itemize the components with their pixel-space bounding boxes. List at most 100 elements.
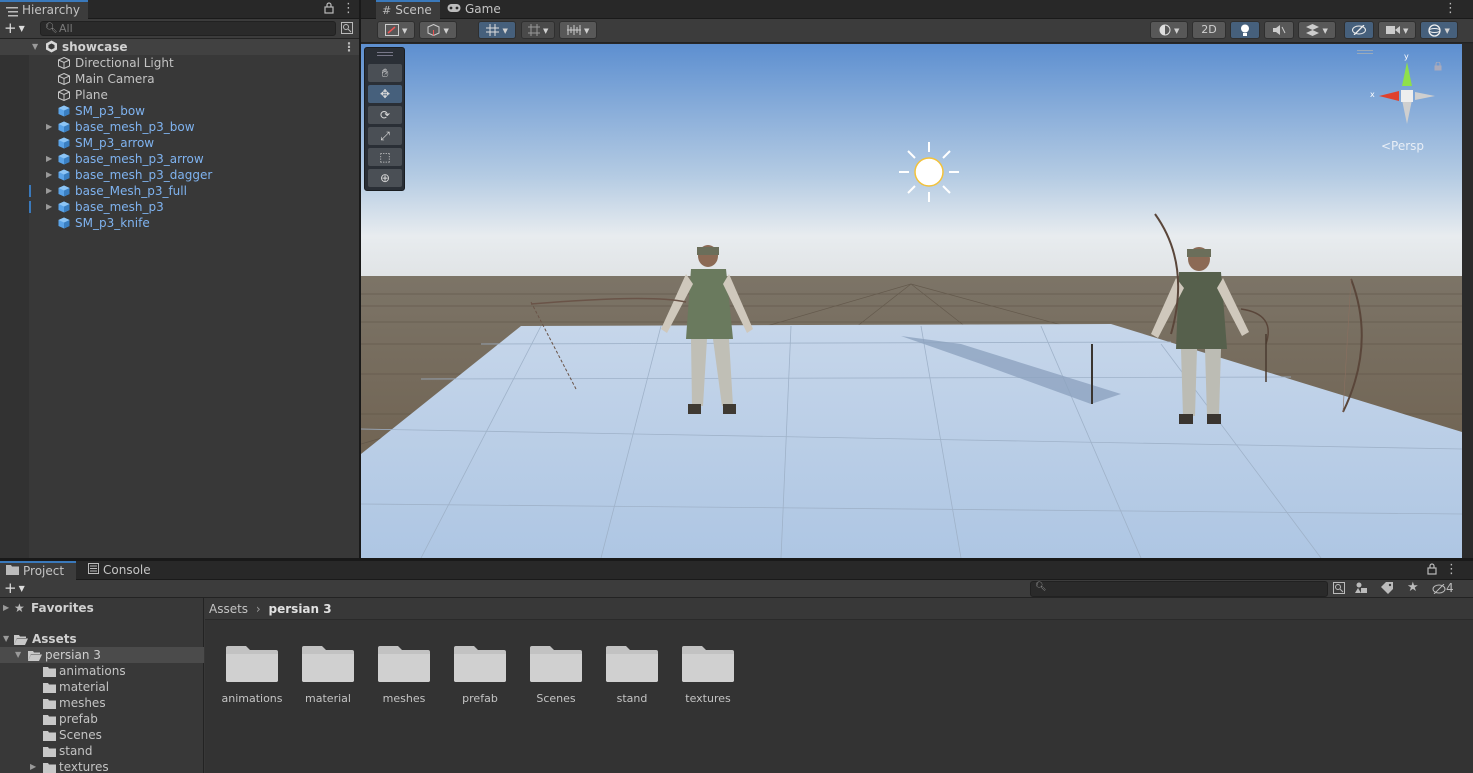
tab-hierarchy[interactable]: Hierarchy [0, 0, 88, 19]
transform-tool-button[interactable]: ⊕ [368, 169, 402, 187]
folder-row-selected[interactable]: ▼ persian 3 [0, 647, 204, 663]
breadcrumb-current[interactable]: persian 3 [269, 602, 332, 616]
tab-project[interactable]: Project [0, 561, 76, 580]
expand-arrow-icon[interactable]: ▶ [46, 183, 52, 199]
audio-toggle[interactable] [1264, 21, 1294, 39]
hierarchy-item[interactable]: SM_p3_knife [0, 215, 359, 231]
hierarchy-item[interactable]: ▶ base_mesh_p3_arrow [0, 151, 359, 167]
folder-item[interactable]: material [298, 640, 358, 705]
mode-2d-toggle[interactable]: 2D [1192, 21, 1226, 39]
tab-game[interactable]: Game [441, 0, 505, 19]
hierarchy-item[interactable]: Directional Light [0, 55, 359, 71]
render-mode-dropdown[interactable]: ▼ [419, 21, 457, 39]
kebab-menu-icon[interactable]: ⋮ [1445, 562, 1458, 578]
tab-console[interactable]: Console [82, 561, 162, 580]
tab-game-label: Game [465, 2, 501, 16]
scene-render[interactable] [361, 44, 1462, 558]
scene-panel: # Scene Game ⋮ ▼ ▼ ▼ ▼ ▼ ▼ 2D ▼ ▼ ▼ y x … [361, 0, 1473, 558]
hand-icon: ✋︎ [381, 66, 389, 80]
hierarchy-item[interactable]: Main Camera [0, 71, 359, 87]
scene-visibility-toggle[interactable] [1344, 21, 1374, 39]
folder-tree-item[interactable]: ▶ textures [0, 759, 204, 773]
expand-arrow-icon[interactable]: ▶ [46, 167, 52, 183]
rotate-tool-button[interactable]: ⟳ [368, 106, 402, 124]
hierarchy-item[interactable]: ▶ base_mesh_p3 [0, 199, 359, 215]
breadcrumb-assets[interactable]: Assets [209, 602, 248, 616]
lighting-toggle[interactable] [1230, 21, 1260, 39]
scene-viewport[interactable]: y x <Persp [361, 44, 1462, 558]
gameobject-cube-icon [58, 88, 70, 102]
folder-tree-item[interactable]: Scenes [0, 727, 204, 743]
folder-tree-label: textures [59, 760, 109, 773]
snap-increment-dropdown[interactable]: ▼ [521, 21, 555, 39]
hierarchy-search-input[interactable]: 🔍︎ All [40, 21, 336, 36]
hierarchy-item[interactable]: ▶ base_mesh_p3_dagger [0, 167, 359, 183]
hierarchy-item[interactable]: ▶ base_mesh_p3_bow [0, 119, 359, 135]
gizmos-dropdown[interactable]: ▼ [1420, 21, 1458, 39]
grid-snap-toggle[interactable]: ▼ [478, 21, 516, 39]
hierarchy-item-label: base_mesh_p3_bow [75, 120, 195, 134]
favorites-label: Favorites [31, 601, 94, 615]
folder-tree-label: animations [59, 664, 126, 678]
hand-tool-button[interactable]: ✋︎ [368, 64, 402, 82]
scale-tool-button[interactable]: ⤢ [368, 127, 402, 145]
scene-menu-icon[interactable]: ⋮ [343, 39, 355, 55]
draw-mode-dropdown[interactable]: ▼ [377, 21, 415, 39]
expand-arrow-icon[interactable]: ▼ [32, 39, 38, 55]
create-button[interactable]: + ▼ [4, 579, 25, 598]
persp-label[interactable]: <Persp [1381, 139, 1424, 153]
overlay-drag-handle[interactable] [377, 52, 393, 56]
folder-item[interactable]: Scenes [526, 640, 586, 705]
search-icon: 🔍︎ [45, 23, 58, 34]
folder-tree-item[interactable]: prefab [0, 711, 204, 727]
kebab-menu-icon[interactable]: ⋮ [342, 1, 355, 17]
folder-tree-item[interactable]: animations [0, 663, 204, 679]
hierarchy-item[interactable]: SM_p3_bow [0, 103, 359, 119]
chevron-down-icon: ▼ [402, 27, 408, 35]
move-tool-button[interactable]: ✥ [368, 85, 402, 103]
lock-icon[interactable] [324, 2, 334, 17]
project-search-input[interactable]: 🔍︎ [1030, 581, 1328, 597]
shading-dropdown[interactable]: ▼ [1150, 21, 1188, 39]
search-placeholder: All [59, 22, 73, 35]
expand-arrow-icon[interactable]: ▼ [15, 647, 21, 663]
expand-arrow-icon[interactable]: ▶ [46, 119, 52, 135]
prefab-cube-icon [58, 137, 70, 149]
folder-item[interactable]: stand [602, 640, 662, 705]
label-tag-icon[interactable] [1381, 582, 1393, 597]
expand-arrow-icon[interactable]: ▶ [3, 600, 9, 616]
lock-icon[interactable] [1427, 563, 1437, 578]
effects-dropdown[interactable]: ▼ [1298, 21, 1336, 39]
viewport-drag-handle[interactable] [1357, 50, 1373, 54]
expand-arrow-icon[interactable]: ▶ [30, 759, 36, 773]
tab-scene[interactable]: # Scene [376, 0, 440, 19]
expand-arrow-icon[interactable]: ▶ [46, 199, 52, 215]
expand-arrow-icon[interactable]: ▶ [46, 151, 52, 167]
search-options-icon[interactable] [341, 22, 353, 37]
orientation-gizmo[interactable]: y x [1369, 52, 1439, 128]
add-button[interactable]: + ▼ [4, 19, 25, 38]
folder-item[interactable]: animations [221, 640, 283, 705]
rect-tool-button[interactable]: ⬚ [368, 148, 402, 166]
hierarchy-item[interactable]: SM_p3_arrow [0, 135, 359, 151]
search-by-type-icon[interactable] [1333, 582, 1345, 597]
hidden-packages-toggle[interactable]: 4 [1432, 581, 1454, 595]
folder-item[interactable]: prefab [450, 640, 510, 705]
scene-row-showcase[interactable]: ▼ showcase ⋮ [0, 39, 359, 55]
folder-item[interactable]: meshes [374, 640, 434, 705]
folder-tree-item[interactable]: stand [0, 743, 204, 759]
gizmo-lock-icon[interactable] [1434, 60, 1442, 74]
folder-tree-item[interactable]: material [0, 679, 204, 695]
favorite-star-icon[interactable]: ★ [1407, 580, 1419, 595]
scene-scrollbar[interactable] [1462, 44, 1473, 558]
folder-tree-item[interactable]: meshes [0, 695, 204, 711]
hierarchy-item[interactable]: Plane [0, 87, 359, 103]
increment-snap-dropdown[interactable]: ▼ [559, 21, 597, 39]
chevron-down-icon: ▼ [1174, 27, 1180, 35]
camera-dropdown[interactable]: ▼ [1378, 21, 1416, 39]
expand-arrow-icon[interactable]: ▼ [3, 631, 9, 647]
scene-kebab-icon[interactable]: ⋮ [1444, 1, 1457, 17]
folder-item[interactable]: textures [678, 640, 738, 705]
hierarchy-item[interactable]: ▶ base_Mesh_p3_full [0, 183, 359, 199]
filter-type-icon[interactable] [1355, 582, 1368, 597]
